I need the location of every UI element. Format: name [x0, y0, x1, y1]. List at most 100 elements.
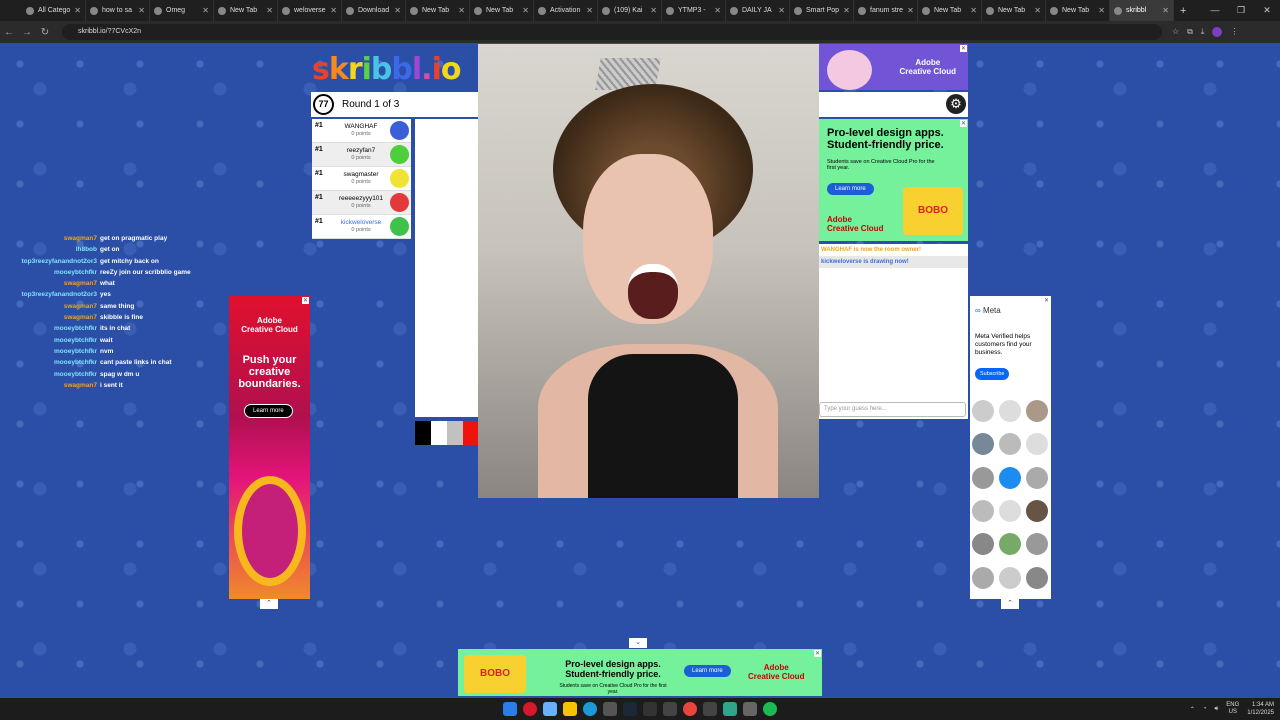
- tab-close-icon[interactable]: ✕: [1098, 6, 1105, 15]
- ad-close-icon[interactable]: ✕: [1042, 297, 1050, 304]
- tab-close-icon[interactable]: ✕: [1162, 6, 1169, 15]
- browser-tab[interactable]: Activation ✕: [534, 0, 598, 21]
- tab-close-icon[interactable]: ✕: [1034, 6, 1041, 15]
- tab-close-icon[interactable]: ✕: [458, 6, 465, 15]
- tab-close-icon[interactable]: ✕: [394, 6, 401, 15]
- guess-input[interactable]: Type your guess here...: [819, 402, 966, 417]
- meta-ad-right[interactable]: ∞ Meta Meta Verified helps customers fin…: [970, 296, 1051, 599]
- chrome-icon[interactable]: [683, 702, 697, 716]
- browser-tab[interactable]: Omeg ✕: [150, 0, 214, 21]
- palette-color-swatch[interactable]: [463, 421, 479, 445]
- player-row[interactable]: #1 reezyfan7 0 points: [312, 143, 411, 167]
- back-icon[interactable]: ←: [0, 27, 18, 38]
- tab-close-icon[interactable]: ✕: [202, 6, 209, 15]
- browser-tab[interactable]: New Tab ✕: [982, 0, 1046, 21]
- browser-tab[interactable]: New Tab ✕: [214, 0, 278, 21]
- palette-color-swatch[interactable]: [431, 421, 447, 445]
- player-row[interactable]: #1 swagmaster 0 points: [312, 167, 411, 191]
- app-icon[interactable]: [643, 702, 657, 716]
- ad-close-icon[interactable]: ✕: [301, 297, 309, 304]
- collapse-bottom-ad-chevron-icon[interactable]: ⌄: [629, 638, 647, 648]
- browser-tab[interactable]: YTMP3 - ✕: [662, 0, 726, 21]
- tab-close-icon[interactable]: ✕: [843, 6, 850, 15]
- chat-text: skibble is fine: [100, 314, 143, 322]
- palette-color-swatch[interactable]: [447, 421, 463, 445]
- tab-close-icon[interactable]: ✕: [778, 6, 785, 15]
- adobe-ad-top[interactable]: Adobe Creative Cloud ✕: [819, 44, 968, 90]
- player-row[interactable]: #1 reeeeezyyy101 0 points: [312, 191, 411, 215]
- clock[interactable]: 1:34 AM 1/12/2025: [1247, 701, 1274, 717]
- player-row[interactable]: #1 kickweloverse 0 points: [312, 215, 411, 239]
- browser-tab[interactable]: New Tab ✕: [470, 0, 534, 21]
- browser-tab[interactable]: Download ✕: [342, 0, 406, 21]
- browser-tab[interactable]: (109) Kai ✕: [598, 0, 662, 21]
- collapse-ad-chevron-icon[interactable]: ⌃: [260, 599, 278, 609]
- url-field[interactable]: skribbl.io/?7CVcX2n: [62, 24, 1162, 40]
- stream-chat-line: lh8bob get on: [0, 244, 220, 255]
- ad-close-icon[interactable]: ✕: [959, 45, 967, 52]
- browser-tab[interactable]: skribbl ✕: [1110, 0, 1174, 21]
- palette-color-swatch[interactable]: [415, 421, 431, 445]
- opera-icon[interactable]: [523, 702, 537, 716]
- tab-close-icon[interactable]: ✕: [74, 6, 81, 15]
- tab-close-icon[interactable]: ✕: [650, 6, 657, 15]
- forward-icon[interactable]: →: [18, 27, 36, 38]
- browser-tab[interactable]: Smart Pop ✕: [790, 0, 854, 21]
- app3-icon[interactable]: [723, 702, 737, 716]
- adobe-ad-bottom[interactable]: BOBO Pro-level design apps. Student-frie…: [458, 649, 822, 696]
- browser-tab[interactable]: DAILY JA ✕: [726, 0, 790, 21]
- browser-tab[interactable]: All Catego ✕: [22, 0, 86, 21]
- learn-more-button[interactable]: Learn more: [827, 183, 874, 195]
- tab-close-icon[interactable]: ✕: [330, 6, 337, 15]
- app2-icon[interactable]: [703, 702, 717, 716]
- extensions-icon[interactable]: ⧉: [1187, 27, 1193, 37]
- browser-tab[interactable]: weloverse ✕: [278, 0, 342, 21]
- menu-icon[interactable]: ⋮: [1230, 27, 1238, 37]
- browser-tab[interactable]: how to sa ✕: [86, 0, 150, 21]
- restore-button[interactable]: ❐: [1228, 0, 1254, 21]
- file-explorer-icon[interactable]: [563, 702, 577, 716]
- browser-tab[interactable]: New Tab ✕: [406, 0, 470, 21]
- tray-chevron-icon[interactable]: ⌃: [1190, 706, 1195, 713]
- ad-close-icon[interactable]: ✕: [959, 120, 967, 127]
- copilot-icon[interactable]: [543, 702, 557, 716]
- start-icon[interactable]: [503, 702, 517, 716]
- tab-label: (109) Kai: [614, 7, 643, 14]
- bookmark-star-icon[interactable]: ☆: [1172, 27, 1179, 37]
- minimize-button[interactable]: —: [1202, 0, 1228, 21]
- edge-icon[interactable]: [583, 702, 597, 716]
- subscribe-button[interactable]: Subscribe: [975, 368, 1010, 380]
- language-indicator[interactable]: ENG US: [1226, 702, 1239, 716]
- tab-close-icon[interactable]: ✕: [586, 6, 593, 15]
- ad-close-icon[interactable]: ✕: [813, 650, 821, 657]
- tab-close-icon[interactable]: ✕: [522, 6, 529, 15]
- store-icon[interactable]: [603, 702, 617, 716]
- wifi-icon[interactable]: ◔: [1203, 706, 1207, 712]
- profile-icon[interactable]: [1212, 27, 1223, 37]
- adobe-ad-left[interactable]: Adobe Creative Cloud Push your creative …: [229, 296, 310, 599]
- new-tab-button[interactable]: +: [1174, 5, 1192, 17]
- tab-close-icon[interactable]: ✕: [266, 6, 273, 15]
- settings-gear-icon[interactable]: ⚙: [946, 94, 966, 114]
- volume-icon[interactable]: 🔊︎: [1215, 706, 1219, 713]
- learn-more-button[interactable]: Learn more: [244, 404, 293, 418]
- browser-tab[interactable]: New Tab ✕: [1046, 0, 1110, 21]
- adobe-cc-ad[interactable]: Pro-level design apps. Student-friendly …: [819, 119, 968, 241]
- reload-icon[interactable]: ↻: [36, 27, 54, 38]
- player-row[interactable]: #1 WANGHAF 0 points: [312, 119, 411, 143]
- download-icon[interactable]: ⤓: [1201, 27, 1205, 37]
- steam-icon[interactable]: [623, 702, 637, 716]
- settings-app-icon[interactable]: [743, 702, 757, 716]
- browser-tab[interactable]: fanum stre ✕: [854, 0, 918, 21]
- collapse-ad-chevron-icon[interactable]: ⌃: [1001, 599, 1019, 609]
- terminal-icon[interactable]: [663, 702, 677, 716]
- tab-close-icon[interactable]: ✕: [970, 6, 977, 15]
- tab-close-icon[interactable]: ✕: [714, 6, 721, 15]
- browser-tab[interactable]: New Tab ✕: [918, 0, 982, 21]
- learn-more-button[interactable]: Learn more: [684, 665, 731, 677]
- close-window-button[interactable]: ✕: [1254, 0, 1280, 21]
- spotify-icon[interactable]: [763, 702, 777, 716]
- browser-tab-bar: All Catego ✕ how to sa ✕ Omeg ✕ New Tab ✕ welove…: [0, 0, 1280, 21]
- tab-close-icon[interactable]: ✕: [138, 6, 145, 15]
- tab-close-icon[interactable]: ✕: [907, 6, 914, 15]
